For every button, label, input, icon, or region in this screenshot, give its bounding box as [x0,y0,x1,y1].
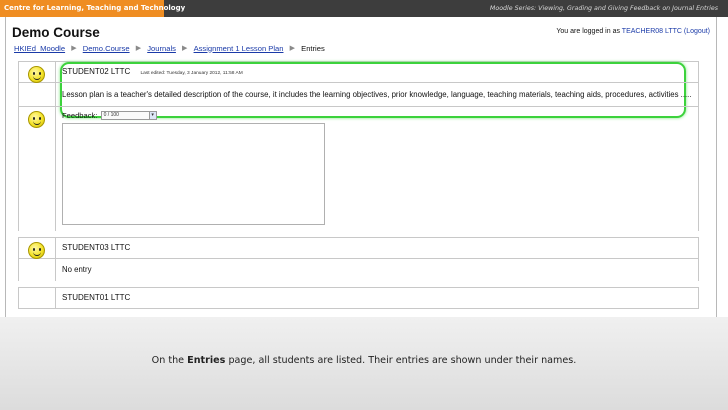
breadcrumb-current-page: Entries [301,43,325,53]
slide-caption: On the Entries page, all students are li… [0,355,728,366]
breadcrumb: HKIEd_Moodle ▶ Demo.Course ▶ Journals ▶ … [14,43,710,57]
grade-select[interactable]: 0 / 100 ▾ [100,111,157,121]
chevron-down-icon: ▾ [148,112,156,120]
student-name: STUDENT02 LTTC [62,67,131,76]
logout-link[interactable]: (Logout) [684,28,710,35]
user-picture-cell [19,62,56,83]
caption-bold: Entries [187,355,226,366]
breadcrumb-separator-icon: ▶ [182,45,188,52]
smiley-avatar-icon[interactable] [28,242,45,259]
entry-header-row: STUDENT01 LTTC [19,288,698,308]
last-edited-timestamp: Last edited: Tuesday, 3 January 2012, 11… [140,71,243,76]
feedback-label: Feedback: [62,111,98,120]
smiley-avatar-icon[interactable] [28,66,45,83]
grade-select-value: 0 / 100 [103,112,119,119]
user-picture-cell [19,238,56,259]
user-picture-cell [19,288,56,308]
entry-student03: STUDENT03 LTTC No entry [18,237,699,281]
entry-header-row: STUDENT03 LTTC [19,238,698,259]
logged-in-user-link[interactable]: TEACHER08 LTTC [622,28,682,35]
entry-student02: STUDENT02 LTTC Last edited: Tuesday, 3 J… [18,61,699,231]
breadcrumb-item-hkied-moodle[interactable]: HKIEd_Moodle [14,44,65,53]
caption-prefix: On the [151,355,185,366]
entry-text: No entry [62,265,92,274]
entry-text-spacer [19,259,56,281]
breadcrumb-item-assignment[interactable]: Assignment 1 Lesson Plan [194,44,284,53]
login-info-prefix: You are logged in as [556,28,620,35]
header-series-title: Moodle Series: Viewing, Grading and Givi… [489,5,718,12]
header-organization-label: Centre for Learning, Teaching and Techno… [0,0,185,17]
caption-suffix: page, all students are listed. Their ent… [228,355,577,366]
entry-header-content: STUDENT03 LTTC [56,238,698,258]
feedback-textarea[interactable] [62,123,325,226]
breadcrumb-separator-icon: ▶ [289,45,295,52]
entry-text-row: No entry [19,259,698,281]
entry-text-row: Lesson plan is a teacher's detailed desc… [19,83,698,117]
moodle-screenshot: Demo Course You are logged in as TEACHER… [5,17,717,317]
breadcrumb-separator-icon: ▶ [135,45,142,52]
teacher-picture-cell [19,107,56,231]
entry-header-row: STUDENT02 LTTC Last edited: Tuesday, 3 J… [19,62,698,83]
login-info: You are logged in as TEACHER08 LTTC (Log… [556,28,710,35]
entry-header-content: STUDENT01 LTTC [56,288,698,308]
student-name: STUDENT03 LTTC [62,243,131,252]
student-name: STUDENT01 LTTC [62,293,131,302]
breadcrumb-item-course[interactable]: Demo.Course [83,44,130,53]
feedback-row: Feedback: 0 / 100 ▾ [19,107,698,231]
feedback-content: Feedback: 0 / 100 ▾ [56,107,698,231]
breadcrumb-separator-icon: ▶ [71,45,77,52]
entry-text: Lesson plan is a teacher's detailed desc… [62,90,692,99]
slide-header-bar: Centre for Learning, Teaching and Techno… [0,0,728,17]
breadcrumb-item-journals[interactable]: Journals [147,44,176,53]
entry-student01: STUDENT01 LTTC [18,287,699,309]
entry-header-content: STUDENT02 LTTC Last edited: Tuesday, 3 J… [56,62,698,82]
course-title: Demo Course [12,25,100,40]
smiley-avatar-icon[interactable] [28,111,45,128]
entries-table: STUDENT02 LTTC Last edited: Tuesday, 3 J… [18,61,699,309]
